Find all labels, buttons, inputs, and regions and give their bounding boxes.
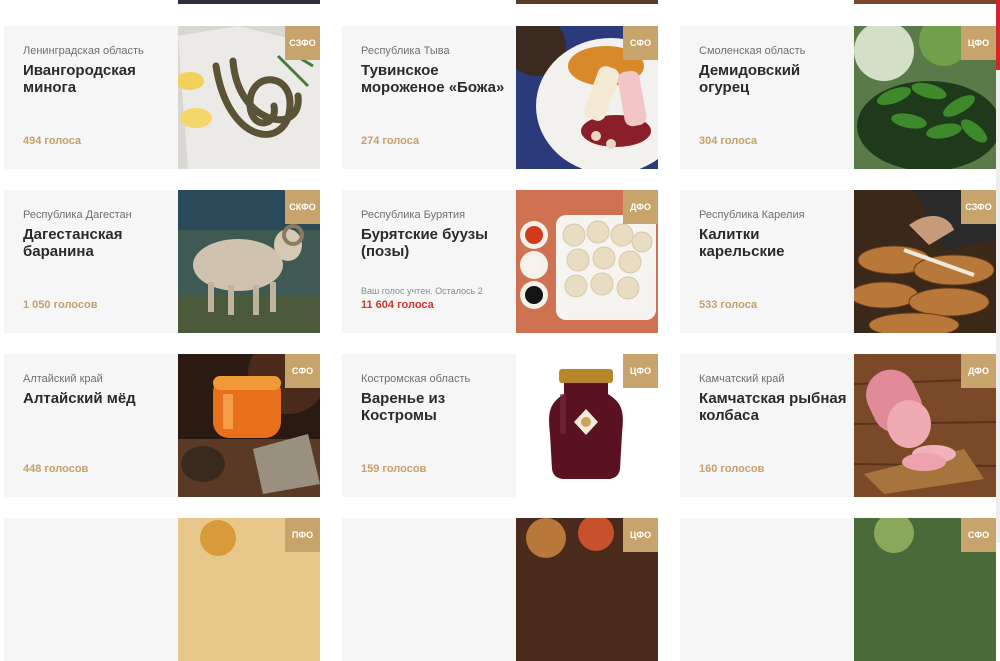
product-card[interactable]: Республика Дагестан Дагестанская баранин…	[4, 190, 320, 333]
district-badge: СФО	[961, 518, 996, 552]
product-card[interactable]: Костромская область Варенье из Костромы …	[342, 354, 658, 497]
ram-photo[interactable]: СКФО	[178, 190, 320, 333]
card-title[interactable]: Алтайский мёд	[23, 390, 173, 407]
card-info: Ленинградская область Ивангородская мино…	[4, 26, 178, 169]
fish-sausage-photo[interactable]: ДФО	[854, 354, 996, 497]
card-region: Ленинградская область	[23, 45, 144, 57]
page-scrollbar[interactable]	[996, 0, 1000, 543]
scrollbar-thumb[interactable]	[996, 0, 1000, 70]
lamprey-photo[interactable]: СЗФО	[178, 26, 320, 169]
card-info: Республика Бурятия Бурятские буузы (позы…	[342, 190, 516, 333]
previous-row-photo-strip	[854, 0, 996, 4]
card-votes: 304 голоса	[699, 135, 758, 147]
card-votes: 160 голосов	[699, 463, 765, 475]
district-badge: СЗФО	[961, 190, 996, 224]
district-badge: ЦФО	[623, 518, 658, 552]
honey-photo[interactable]: СФО	[178, 354, 320, 497]
district-badge: СФО	[285, 354, 320, 388]
card-title[interactable]: Бурятские буузы (позы)	[361, 226, 511, 260]
vote-status-note: Ваш голос учтен. Осталось 2	[361, 286, 483, 296]
kalitki-photo[interactable]: СЗФО	[854, 190, 996, 333]
district-badge: СФО	[623, 26, 658, 60]
card-votes: 11 604 голоса	[361, 299, 434, 311]
card-region: Республика Карелия	[699, 209, 805, 221]
card-info: Республика Дагестан Дагестанская баранин…	[4, 190, 178, 333]
product-card[interactable]: СФО	[680, 518, 996, 661]
card-region: Камчатский край	[699, 373, 785, 385]
partial-photo[interactable]: СФО	[854, 518, 996, 661]
product-card[interactable]: ПФО	[4, 518, 320, 661]
card-votes: 274 голоса	[361, 135, 420, 147]
product-card[interactable]: Республика Тыва Тувинское мороженое «Бож…	[342, 26, 658, 169]
district-badge: ЦФО	[623, 354, 658, 388]
card-info: Республика Карелия Калитки карельские 53…	[680, 190, 854, 333]
product-card[interactable]: ЦФО	[342, 518, 658, 661]
product-card[interactable]: Смоленская область Демидовский огурец 30…	[680, 26, 996, 169]
card-title[interactable]: Дагестанская баранина	[23, 226, 173, 260]
previous-row-photo-strip	[516, 0, 658, 4]
card-title[interactable]: Камчатская рыбная колбаса	[699, 390, 849, 424]
jam-jar-photo[interactable]: ЦФО	[516, 354, 658, 497]
card-region: Смоленская область	[699, 45, 806, 57]
card-info: Республика Тыва Тувинское мороженое «Бож…	[342, 26, 516, 169]
card-votes: 533 голоса	[699, 299, 758, 311]
partial-photo[interactable]: ЦФО	[516, 518, 658, 661]
district-badge: ЦФО	[961, 26, 996, 60]
card-votes: 494 голоса	[23, 135, 82, 147]
district-badge: СЗФО	[285, 26, 320, 60]
product-card[interactable]: Республика Бурятия Бурятские буузы (позы…	[342, 190, 658, 333]
card-title[interactable]: Калитки карельские	[699, 226, 849, 260]
card-info: Костромская область Варенье из Костромы …	[342, 354, 516, 497]
card-region: Республика Бурятия	[361, 209, 466, 221]
card-title[interactable]: Ивангородская минога	[23, 62, 173, 96]
card-title[interactable]: Демидовский огурец	[699, 62, 849, 96]
card-votes: 159 голосов	[361, 463, 427, 475]
ice-cream-photo[interactable]: СФО	[516, 26, 658, 169]
card-info: Алтайский край Алтайский мёд 448 голосов	[4, 354, 178, 497]
district-badge: ДФО	[623, 190, 658, 224]
product-card[interactable]: Камчатский край Камчатская рыбная колбас…	[680, 354, 996, 497]
cucumber-photo[interactable]: ЦФО	[854, 26, 996, 169]
card-region: Костромская область	[361, 373, 471, 385]
district-badge: СКФО	[285, 190, 320, 224]
card-region: Алтайский край	[23, 373, 103, 385]
card-info: Смоленская область Демидовский огурец 30…	[680, 26, 854, 169]
product-card[interactable]: Ленинградская область Ивангородская мино…	[4, 26, 320, 169]
district-badge: ДФО	[961, 354, 996, 388]
buuzy-photo[interactable]: ДФО	[516, 190, 658, 333]
card-title[interactable]: Варенье из Костромы	[361, 390, 511, 424]
card-title[interactable]: Тувинское мороженое «Божа»	[361, 62, 511, 96]
product-card[interactable]: Республика Карелия Калитки карельские 53…	[680, 190, 996, 333]
previous-row-photo-strip	[178, 0, 320, 4]
card-votes: 1 050 голосов	[23, 299, 98, 311]
card-region: Республика Дагестан	[23, 209, 132, 221]
card-votes: 448 голосов	[23, 463, 89, 475]
card-info: Камчатский край Камчатская рыбная колбас…	[680, 354, 854, 497]
card-region: Республика Тыва	[361, 45, 450, 57]
product-card[interactable]: Алтайский край Алтайский мёд 448 голосов…	[4, 354, 320, 497]
partial-photo[interactable]: ПФО	[178, 518, 320, 661]
district-badge: ПФО	[285, 518, 320, 552]
